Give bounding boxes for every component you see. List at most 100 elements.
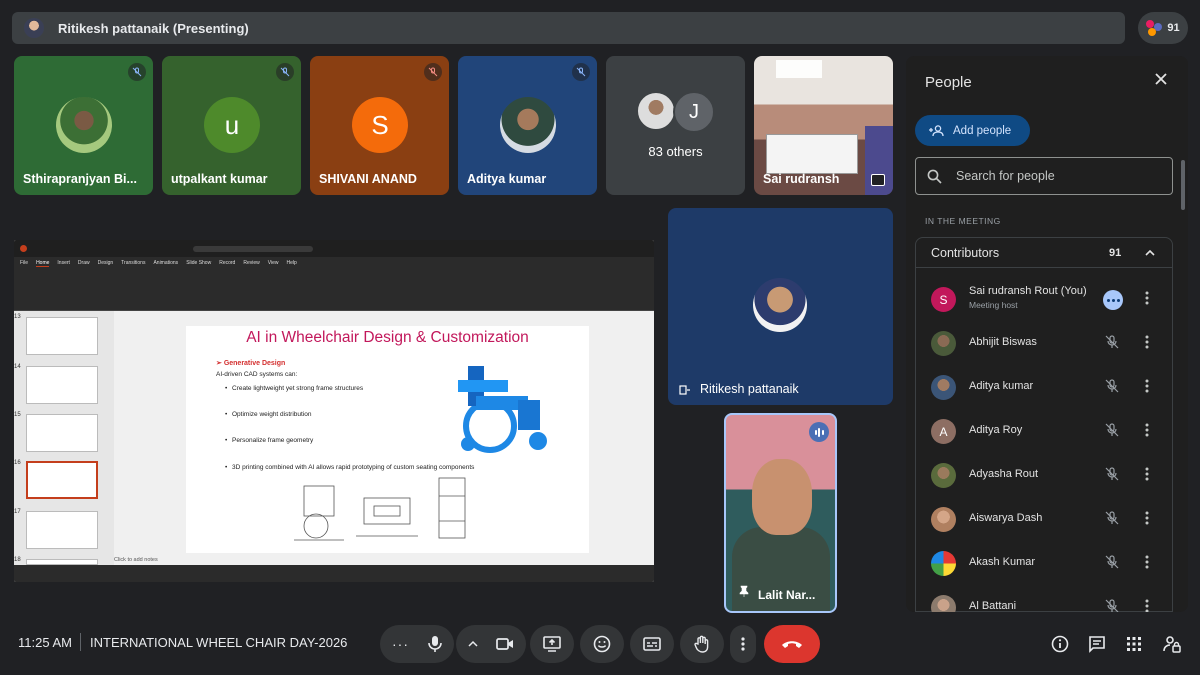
- slide-thumbnail: [26, 317, 98, 355]
- chevron-up-icon[interactable]: [1144, 246, 1156, 264]
- presenting-banner[interactable]: Ritikesh pattanaik (Presenting): [12, 12, 1125, 44]
- add-person-icon: [929, 124, 944, 136]
- raise-hand-button[interactable]: [680, 625, 724, 663]
- participant-row[interactable]: Adyasha Rout: [916, 455, 1172, 495]
- speaker-name: Lalit Nar...: [758, 588, 816, 602]
- captions-button[interactable]: [630, 625, 674, 663]
- mic-off-icon: [276, 63, 294, 81]
- participant-count: 91: [1167, 22, 1180, 34]
- close-icon[interactable]: [1154, 72, 1168, 91]
- participant-tile[interactable]: S SHIVANI ANAND: [310, 56, 449, 195]
- presenter-tile[interactable]: Ritikesh pattanaik: [668, 208, 893, 405]
- app-titlebar: [14, 240, 654, 257]
- menu-item: Animations: [153, 260, 179, 266]
- search-input[interactable]: [956, 169, 1156, 183]
- slide-thumbnail: [26, 414, 98, 452]
- status-bar: [14, 565, 654, 582]
- chevron-up-icon[interactable]: [468, 640, 478, 648]
- editor-area: 13 14 15 16 17 18 AI in Wheelchair Desig…: [14, 311, 654, 565]
- leave-call-button[interactable]: [764, 625, 820, 663]
- divider: [80, 633, 81, 651]
- slide-subtitle-text: Generative Design: [223, 360, 286, 367]
- emoji-icon: [593, 635, 611, 653]
- reactions-button[interactable]: [580, 625, 624, 663]
- slide-number: 16: [14, 460, 21, 466]
- participant-row[interactable]: Aditya kumar: [916, 367, 1172, 407]
- participant-name: SHIVANI ANAND: [319, 172, 417, 186]
- self-view-icon[interactable]: [871, 174, 885, 186]
- add-people-label: Add people: [953, 124, 1012, 137]
- participant-tile[interactable]: u utpalkant kumar: [162, 56, 301, 195]
- more-options-icon[interactable]: [1145, 379, 1149, 398]
- more-options-icon[interactable]: [1145, 599, 1149, 612]
- more-options-icon[interactable]: [1145, 467, 1149, 486]
- mic-off-icon[interactable]: [1105, 599, 1119, 612]
- activities-button[interactable]: [1122, 632, 1146, 656]
- slide-bullet: Optimize weight distribution: [225, 411, 312, 418]
- more-options-icon[interactable]: [1145, 555, 1149, 574]
- presenter-name: Ritikesh pattanaik: [700, 382, 799, 396]
- banner: [766, 134, 858, 174]
- participants-icon: [1146, 20, 1163, 36]
- audio-controls: ···: [380, 625, 454, 663]
- participant-row[interactable]: Aiswarya Dash: [916, 499, 1172, 539]
- more-options-icon[interactable]: [1145, 335, 1149, 354]
- microphone-icon[interactable]: [427, 635, 443, 653]
- contributors-header[interactable]: Contributors 91: [916, 238, 1172, 268]
- slide-number: 15: [14, 412, 21, 418]
- participant-row[interactable]: Abhijit Biswas: [916, 323, 1172, 363]
- mic-off-icon[interactable]: [1105, 379, 1119, 398]
- participant-tile[interactable]: Sai rudransh: [754, 56, 893, 195]
- menu-item: Design: [97, 260, 114, 266]
- host-controls-icon[interactable]: [1103, 290, 1123, 310]
- meeting-details-button[interactable]: [1048, 632, 1072, 656]
- ceiling-light: [776, 60, 822, 78]
- apps-grid-icon: [1127, 637, 1141, 651]
- slide-bullet: 3D printing combined with AI allows rapi…: [225, 464, 474, 471]
- camera-icon[interactable]: [496, 637, 514, 651]
- menu-item: Slide Show: [186, 260, 212, 266]
- participant-name: utpalkant kumar: [171, 172, 268, 186]
- more-options-button[interactable]: [730, 625, 756, 663]
- mic-off-icon[interactable]: [1105, 423, 1119, 442]
- participant-avatar: [500, 97, 556, 153]
- mic-off-icon[interactable]: [1105, 511, 1119, 530]
- present-button[interactable]: [530, 625, 574, 663]
- pin-icon[interactable]: [738, 584, 750, 602]
- slide-intro: AI-driven CAD systems can:: [216, 371, 298, 378]
- section-label: IN THE MEETING: [925, 216, 1001, 226]
- participant-row[interactable]: Al Battani: [916, 587, 1172, 612]
- participant-name: Abhijit Biswas: [969, 336, 1037, 348]
- others-tile[interactable]: J 83 others: [606, 56, 745, 195]
- mic-off-icon[interactable]: [1105, 555, 1119, 574]
- audio-settings-icon[interactable]: ···: [392, 636, 409, 652]
- search-icon: [927, 169, 942, 184]
- participant-name: Sthirapranjyan Bi...: [23, 172, 137, 186]
- contributors-list: Contributors 91 S Sai rudransh Rout (You…: [915, 237, 1173, 612]
- participant-tile[interactable]: Aditya kumar: [458, 56, 597, 195]
- participant-row[interactable]: S Sai rudransh Rout (You) Meeting host: [916, 279, 1172, 319]
- participant-row[interactable]: A Aditya Roy: [916, 411, 1172, 451]
- more-options-icon[interactable]: [1145, 291, 1149, 310]
- participant-count-button[interactable]: 91: [1138, 12, 1188, 44]
- host-controls-button[interactable]: [1160, 632, 1184, 656]
- participant-avatar: [931, 551, 956, 576]
- mic-off-icon[interactable]: [1105, 467, 1119, 486]
- menu-item: Transitions: [121, 260, 146, 266]
- more-options-icon[interactable]: [1145, 423, 1149, 442]
- speaker-face: [752, 459, 812, 535]
- chat-button[interactable]: [1085, 632, 1109, 656]
- participant-tile[interactable]: Sthirapranjyan Bi...: [14, 56, 153, 195]
- notes-pane: Click to add notes: [114, 557, 158, 563]
- mic-off-icon[interactable]: [1105, 335, 1119, 354]
- participant-avatar: [931, 331, 956, 356]
- active-speaker-tile[interactable]: Lalit Nar...: [724, 413, 837, 613]
- search-box: [193, 245, 313, 252]
- scrollbar[interactable]: [1181, 160, 1185, 210]
- ribbon-menu: File Home Insert Draw Design Transitions…: [14, 257, 654, 269]
- search-people[interactable]: [915, 157, 1173, 195]
- menu-item: Draw: [77, 260, 90, 266]
- add-people-button[interactable]: Add people: [915, 115, 1030, 146]
- more-options-icon[interactable]: [1145, 511, 1149, 530]
- participant-row[interactable]: Akash Kumar: [916, 543, 1172, 583]
